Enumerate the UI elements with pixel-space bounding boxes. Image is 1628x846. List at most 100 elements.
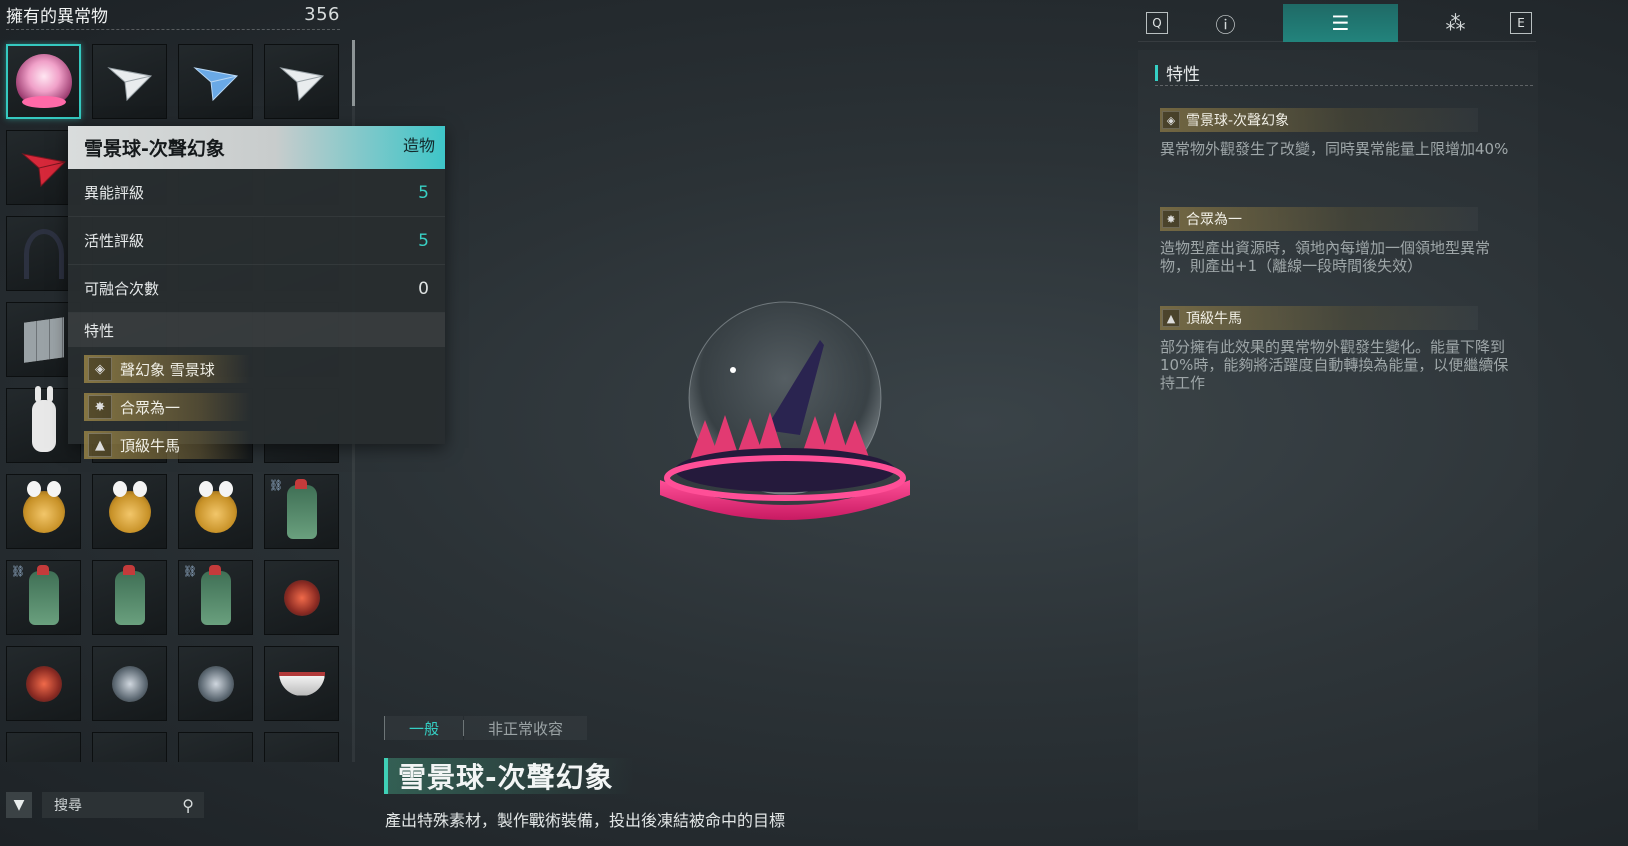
inventory-slot[interactable] [264,646,339,721]
inventory-slot[interactable] [92,474,167,549]
bee-icon [194,480,237,533]
bee-icon [108,480,151,533]
trait-name: ✸ 合眾為一 [1160,207,1478,231]
nodes-icon[interactable]: ⁂ [1398,4,1513,42]
scrollbar-thumb[interactable] [352,40,355,106]
inventory-slot[interactable] [264,732,339,762]
item-title: 雪景球-次聲幻象 [384,758,634,794]
trait-chip-label: 合眾為一 [120,398,181,417]
inventory-count: 356 [304,4,340,25]
red-drone-icon [25,665,62,702]
inventory-slot[interactable] [92,732,167,762]
tab-containment[interactable]: 非正常收容 [464,716,588,740]
key-hint-e[interactable]: E [1510,12,1532,34]
dino-icon [114,564,145,625]
inventory-slot[interactable]: ⛓ [6,560,81,635]
inventory-slot[interactable] [178,732,253,762]
tab-general[interactable]: 一般 [385,716,464,740]
filter-button[interactable]: ▼ [6,792,32,818]
info-icon[interactable]: ⓘ [1168,4,1283,42]
inventory-slot[interactable] [264,560,339,635]
link-icon: ⛓ [11,565,25,578]
trait-name: ▲ 頂級牛馬 [1160,306,1478,330]
trait-name: ◈ 雪景球-次聲幻象 [1160,108,1478,132]
tooltip-header: 雪景球-次聲幻象 造物 [68,126,445,169]
inventory-slot[interactable] [178,474,253,549]
inventory-slot[interactable] [6,646,81,721]
tooltip-trait-chips: ◈ 聲幻象 雪景球 ✸ 合眾為一 ▲ 頂級牛馬 [68,347,445,467]
stat-label: 活性評級 [84,232,145,250]
trait-name-text: 雪景球-次聲幻象 [1186,113,1290,129]
list-icon[interactable]: ☰ [1283,4,1398,42]
search-placeholder: 搜尋 [54,798,82,814]
blue-plane-icon [192,66,238,101]
inventory-slot[interactable] [178,44,253,119]
item-description: 產出特殊素材，製作戰術裝備，投出後凍結被命中的目標 [385,811,786,830]
globe-sparkle [730,367,736,373]
grey-drone-icon [197,665,234,702]
white-plane-icon [278,66,324,101]
stat-value: 0 [418,278,429,299]
tooltip-item-type: 造物 [402,136,435,155]
inventory-slot[interactable] [92,646,167,721]
trait-chip[interactable]: ✸ 合眾為一 [84,393,250,421]
stat-row: 活性評級 5 [68,217,445,265]
dino-icon [286,478,317,539]
trait-description: 異常物外觀發生了改變，同時異常能量上限增加40% [1160,140,1509,158]
item-tooltip: 雪景球-次聲幻象 造物 異能評級 5 活性評級 5 可融合次數 0 特性 ◈ 聲… [68,126,445,459]
item-3d-preview[interactable] [650,300,920,540]
inventory-slot[interactable] [6,474,81,549]
trait-card: ◈ 雪景球-次聲幻象 異常物外觀發生了改變，同時異常能量上限增加40% [1160,108,1520,158]
search-icon[interactable]: ⚲ [182,796,194,815]
trait-description: 部分擁有此效果的異常物外觀發生變化。能量下降到10%時，能夠將活躍度自動轉換為能… [1160,338,1509,392]
traits-panel-title-text: 特性 [1166,65,1200,85]
trait-chip[interactable]: ◈ 聲幻象 雪景球 [84,355,250,383]
key-hint-q[interactable]: Q [1146,12,1168,34]
bowl-icon [278,671,325,696]
stat-label: 異能評級 [84,184,145,202]
metal-cube-icon [23,316,64,363]
stat-row: 可融合次數 0 [68,265,445,313]
snowflake-icon: ✸ [88,395,112,419]
snow-globe-icon [15,53,72,110]
inventory-header: 擁有的異常物 356 [6,4,340,30]
traits-panel-title: 特性 [1155,60,1533,86]
bunny-icon [31,385,56,452]
inventory-slot[interactable] [6,44,81,119]
stat-label: 可融合次數 [84,280,160,298]
tentacle-icon [23,228,64,279]
trait-chip[interactable]: ▲ 頂級牛馬 [84,431,250,459]
grey-drone-icon [111,665,148,702]
tooltip-traits-header: 特性 [68,313,445,347]
inventory-slot[interactable]: ⛓ [178,560,253,635]
inventory-slot[interactable] [178,646,253,721]
trait-card: ✸ 合眾為一 造物型產出資源時，領地內每增加一個領地型異常物，則產出+1（離線一… [1160,207,1520,275]
trait-chip-label: 聲幻象 雪景球 [120,360,215,379]
diamond-icon: ◈ [88,357,112,381]
trait-name-text: 頂級牛馬 [1186,311,1242,327]
tooltip-item-name: 雪景球-次聲幻象 [84,138,225,160]
mountain-icon: ▲ [1162,309,1180,327]
trait-description: 造物型產出資源時，領地內每增加一個領地型異常物，則產出+1（離線一段時間後失效） [1160,239,1491,275]
detail-view-tabs: Q ⓘ ☰ ⁂ E [1138,4,1536,42]
search-input[interactable]: 搜尋 ⚲ [42,792,204,818]
inventory-slot[interactable] [92,44,167,119]
trait-chip-label: 頂級牛馬 [120,436,181,455]
inventory-slot[interactable]: ⛓ [264,474,339,549]
inventory-slot[interactable] [6,732,81,762]
link-icon: ⛓ [183,565,197,578]
bee-icon [22,480,65,533]
diamond-icon: ◈ [1162,111,1180,129]
inventory-slot[interactable] [264,44,339,119]
white-plane-icon [106,66,152,101]
mountain-icon: ▲ [88,433,112,457]
link-icon: ⛓ [269,479,283,492]
stat-value: 5 [418,230,429,251]
inventory-slot[interactable] [92,560,167,635]
detail-tabs: 一般 非正常收容 [384,716,588,740]
snowflake-icon: ✸ [1162,210,1180,228]
dino-icon [200,564,231,625]
filter-icon: ▼ [13,797,25,813]
traits-panel [1138,50,1538,830]
inventory-title: 擁有的異常物 [6,7,108,27]
